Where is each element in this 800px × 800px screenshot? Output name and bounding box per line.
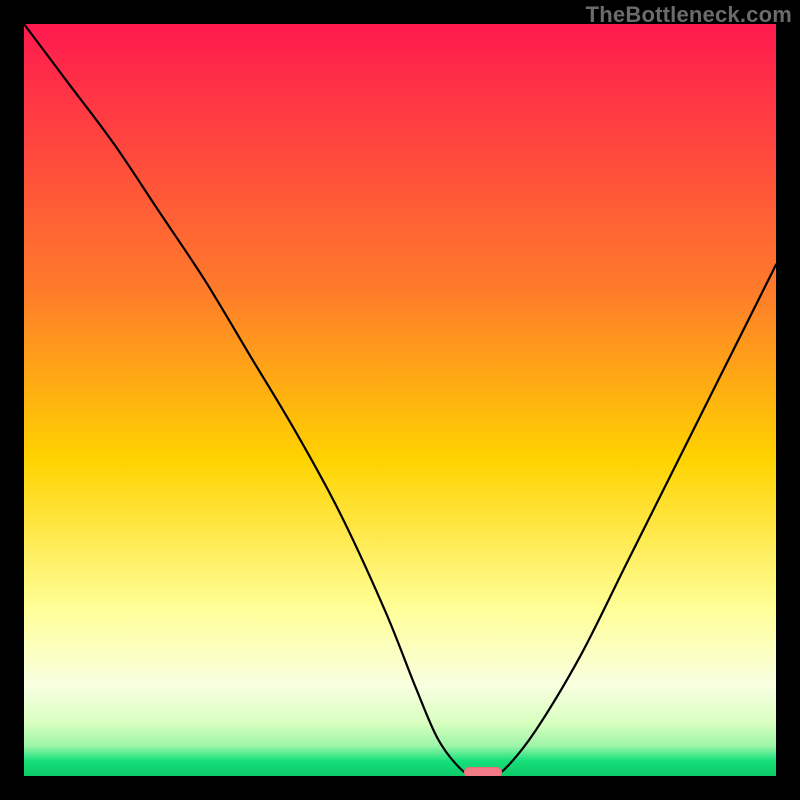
bottleneck-curve <box>24 24 776 776</box>
frame: TheBottleneck.com <box>0 0 800 800</box>
optimal-point-marker <box>464 767 502 776</box>
plot-area <box>24 24 776 776</box>
